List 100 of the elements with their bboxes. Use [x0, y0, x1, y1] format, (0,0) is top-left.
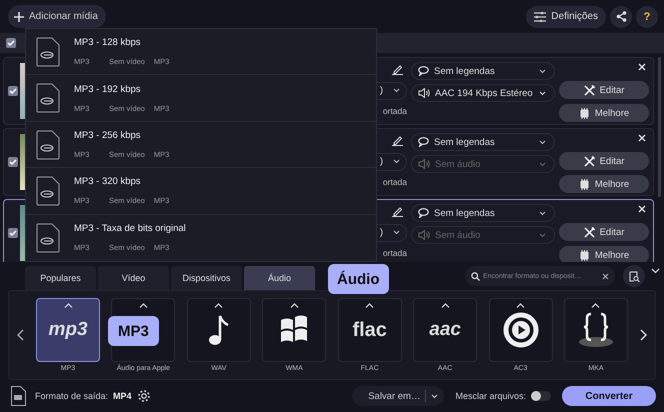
chevron-right-icon[interactable] [640, 329, 647, 341]
share-icon [616, 11, 626, 22]
status-text: ortada [382, 177, 407, 189]
close-icon[interactable] [638, 63, 646, 71]
chevron-down-icon[interactable] [651, 268, 660, 274]
enhance-button[interactable]: Melhore [559, 175, 649, 193]
edit-button[interactable]: Editar [559, 223, 649, 241]
format-tile[interactable] [262, 298, 326, 362]
chevron-left-icon[interactable] [17, 329, 24, 341]
edit-button[interactable]: Editar [559, 81, 649, 99]
output-format-value: MP4 [113, 391, 132, 401]
format-tile[interactable]: mp3 [36, 298, 100, 362]
speaker-icon [418, 88, 430, 98]
status-text: ortada [382, 106, 407, 118]
caret-up-icon [214, 303, 224, 308]
format-tile[interactable] [186, 298, 251, 362]
save-to-button[interactable]: Salvar em… [352, 386, 444, 406]
format-logo: aac [429, 319, 461, 341]
chevron-down-icon [539, 210, 546, 216]
preset-title: MP3 - 192 kbps [74, 84, 142, 95]
enhance-button[interactable]: Melhore [559, 104, 649, 122]
chip-icon [578, 178, 590, 190]
merge-toggle[interactable] [531, 391, 551, 401]
sliders-icon [534, 12, 546, 22]
chevron-down-icon [393, 159, 400, 164]
chevron-down-icon [539, 68, 546, 74]
help-button[interactable]: ? [636, 6, 658, 28]
close-icon[interactable] [638, 205, 646, 213]
caret-up-icon [290, 303, 299, 308]
format-tile[interactable]: flac [338, 298, 402, 362]
caret-up-icon [64, 303, 72, 308]
enhance-button[interactable]: Melhore [559, 246, 649, 262]
settings-icon[interactable] [136, 389, 151, 403]
merge-files-label: Mesclar arquivos: [455, 391, 526, 401]
subtitles-dropdown[interactable]: Sem legendas [411, 62, 555, 80]
file-checkbox[interactable] [8, 86, 18, 96]
share-button[interactable] [610, 6, 632, 28]
plus-icon [14, 12, 24, 22]
chevron-down-icon [539, 140, 546, 144]
document-search-icon [628, 270, 640, 282]
edit-button[interactable]: Editar [559, 152, 649, 170]
format-tile[interactable]: aac [413, 298, 478, 362]
subtitles-dropdown[interactable]: Sem legendas [411, 133, 555, 151]
tab-tooltip: Áudio [328, 264, 388, 294]
add-media-button[interactable]: Adicionar mídia [8, 5, 106, 28]
pencil-icon[interactable] [392, 206, 403, 217]
preset-title: MP3 - 128 kbps [74, 37, 142, 48]
chevron-down-icon [393, 88, 400, 93]
pencil-icon[interactable] [392, 64, 403, 75]
caret-up-icon [516, 303, 526, 308]
chevron-down-icon [393, 230, 400, 235]
tools-icon [584, 226, 595, 238]
file-checkbox[interactable] [8, 228, 18, 238]
caret-up-icon [138, 303, 148, 308]
pencil-icon[interactable] [392, 135, 403, 146]
caret-up-icon [365, 303, 374, 308]
format-tab[interactable]: Áudio [244, 266, 315, 290]
format-tooltip: MP3 [108, 316, 159, 346]
chevron-down-icon [539, 162, 546, 166]
format-logo: flac [352, 318, 387, 342]
chip-icon [578, 108, 590, 118]
convert-button[interactable]: Converter [562, 386, 656, 406]
clear-icon[interactable] [602, 272, 609, 280]
caret-up-icon [440, 303, 450, 308]
speech-bubble-icon [418, 66, 429, 76]
preset-title: MP3 - Taxa de bits original [74, 223, 186, 234]
output-format-label: Formato de saída: [35, 391, 108, 401]
audio-dropdown[interactable]: AAC 194 Kbps Estéreo [411, 84, 555, 102]
chevron-down-icon [539, 90, 546, 96]
caret-up-icon [591, 303, 600, 308]
tools-icon [584, 84, 595, 96]
format-logo: mp3 [48, 319, 88, 341]
format-tile[interactable] [564, 298, 628, 362]
play-circle-icon [502, 311, 540, 349]
speech-bubble-icon [418, 208, 429, 218]
audio-file-icon [36, 176, 60, 206]
select-all-checkbox[interactable] [6, 38, 16, 48]
audio-file-icon [36, 36, 60, 67]
chevron-down-icon [539, 232, 546, 238]
close-icon[interactable] [638, 134, 646, 142]
preview-button[interactable] [623, 265, 645, 287]
music-note-icon [208, 314, 230, 346]
chip-icon [578, 250, 590, 260]
audio-file-icon [36, 83, 60, 114]
file-checkbox[interactable] [8, 157, 18, 167]
speaker-icon [418, 230, 430, 240]
subtitles-dropdown[interactable]: Sem legendas [411, 204, 555, 222]
tools-icon [584, 156, 595, 166]
status-text: ortada [382, 248, 407, 260]
settings-button[interactable]: Definições [526, 6, 606, 28]
preset-title: MP3 - 256 kbps [74, 130, 142, 142]
preset-title: MP3 - 320 kbps [74, 176, 142, 188]
format-tile[interactable] [488, 298, 553, 362]
speech-bubble-icon [418, 137, 429, 147]
video-file-icon [10, 386, 26, 406]
format-tab[interactable]: Dispositivos [171, 266, 242, 290]
format-tab[interactable]: Populares [25, 266, 96, 290]
scrollbar[interactable] [658, 57, 661, 197]
format-tab[interactable]: Vídeo [98, 266, 169, 290]
audio-file-icon [36, 130, 60, 160]
